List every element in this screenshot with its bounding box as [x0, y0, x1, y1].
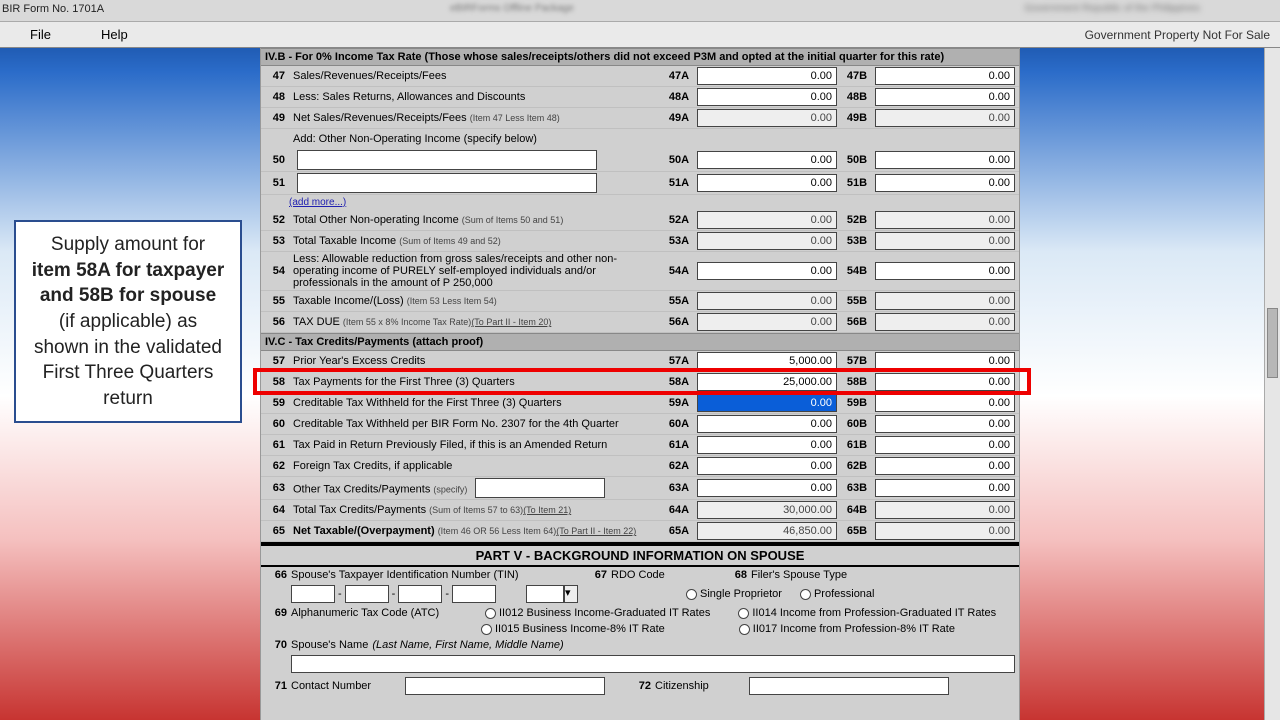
- input-59A[interactable]: [697, 394, 837, 412]
- input-50B[interactable]: [875, 151, 1015, 169]
- window-title: BIR Form No. 1701A: [2, 3, 104, 15]
- spouse-citizenship[interactable]: [749, 677, 949, 695]
- input-49B: [875, 109, 1015, 127]
- input-48A[interactable]: [697, 88, 837, 106]
- spouse-name[interactable]: [291, 655, 1015, 673]
- radio-atc-II014[interactable]: II014 Income from Profession-Graduated I…: [738, 607, 996, 619]
- input-59B[interactable]: [875, 394, 1015, 412]
- input-48B[interactable]: [875, 88, 1015, 106]
- radio-atc-II017[interactable]: II017 Income from Profession-8% IT Rate: [739, 623, 955, 635]
- input-51A[interactable]: [697, 174, 837, 192]
- vertical-scrollbar[interactable]: [1264, 48, 1280, 720]
- spouse-contact[interactable]: [405, 677, 605, 695]
- spouse-tin[interactable]: ---: [291, 585, 496, 603]
- input-50A[interactable]: [697, 151, 837, 169]
- radio-single-proprietor[interactable]: Single Proprietor: [686, 588, 782, 600]
- section-ivb-header: IV.B - For 0% Income Tax Rate (Those who…: [261, 48, 1019, 66]
- input-63-desc[interactable]: [475, 478, 605, 498]
- input-47A[interactable]: [697, 67, 837, 85]
- input-50-desc[interactable]: [297, 150, 597, 170]
- window-titlebar: BIR Form No. 1701A eBIRForms Offline Pac…: [0, 0, 1280, 22]
- input-51-desc[interactable]: [297, 173, 597, 193]
- input-57A[interactable]: [697, 352, 837, 370]
- radio-atc-II015[interactable]: II015 Business Income-8% IT Rate: [481, 623, 665, 635]
- input-58B[interactable]: [875, 373, 1015, 391]
- menu-help[interactable]: Help: [101, 27, 128, 42]
- menu-file[interactable]: File: [30, 27, 51, 42]
- form-body: IV.B - For 0% Income Tax Rate (Those who…: [260, 48, 1020, 720]
- section-partv-header: PART V - BACKGROUND INFORMATION ON SPOUS…: [261, 542, 1019, 567]
- radio-professional[interactable]: Professional: [800, 588, 875, 600]
- input-58A[interactable]: [697, 373, 837, 391]
- menu-bar: File Help Government Property Not For Sa…: [0, 22, 1280, 48]
- spouse-rdo[interactable]: [526, 585, 564, 603]
- govt-property-label: Government Property Not For Sale: [1085, 28, 1270, 42]
- instruction-callout: Supply amount for item 58A for taxpayer …: [14, 220, 242, 423]
- input-57B[interactable]: [875, 352, 1015, 370]
- input-49A: [697, 109, 837, 127]
- section-ivc-header: IV.C - Tax Credits/Payments (attach proo…: [261, 333, 1019, 351]
- add-more-link[interactable]: (add more...): [289, 195, 346, 210]
- input-47B[interactable]: [875, 67, 1015, 85]
- radio-atc-II012[interactable]: II012 Business Income-Graduated IT Rates: [485, 607, 710, 619]
- input-51B[interactable]: [875, 174, 1015, 192]
